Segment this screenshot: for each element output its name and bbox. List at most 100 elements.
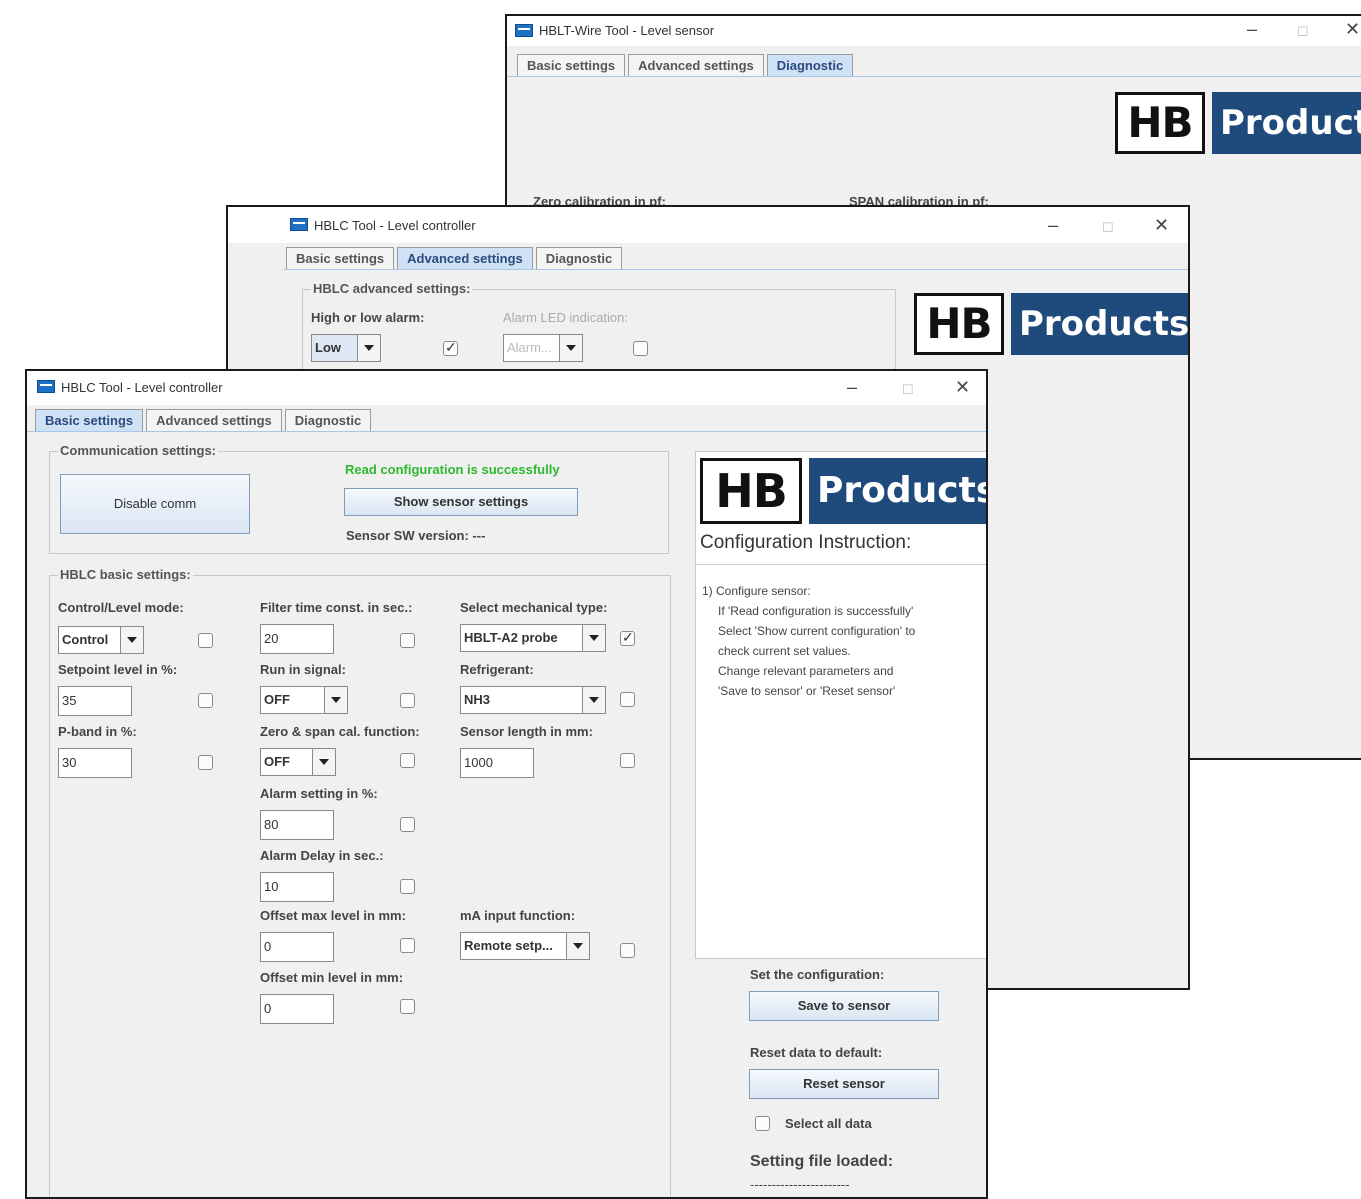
pband-label: P-band in %: — [58, 724, 137, 739]
filter-time-checkbox[interactable] — [400, 633, 415, 648]
back-window-title: HBLT-Wire Tool - Level sensor — [539, 23, 715, 38]
show-sensor-settings-button[interactable]: Show sensor settings — [344, 488, 578, 516]
instruction-title: Configuration Instruction: — [700, 532, 912, 553]
offset-min-input[interactable]: 0 — [260, 994, 334, 1024]
ma-input-checkbox[interactable] — [620, 943, 635, 958]
mechanical-type-dropdown[interactable]: HBLT-A2 probe — [460, 624, 606, 652]
mid-window-title: HBLC Tool - Level controller — [314, 218, 476, 233]
offset-max-input[interactable]: 0 — [260, 932, 334, 962]
minimize-icon[interactable]: – — [1048, 215, 1058, 235]
zero-span-dropdown[interactable]: OFF — [260, 748, 336, 776]
control-mode-checkbox[interactable] — [198, 633, 213, 648]
chevron-down-icon — [357, 335, 380, 361]
tab-basic-settings[interactable]: Basic settings — [517, 54, 626, 77]
alarm-delay-checkbox[interactable] — [400, 879, 415, 894]
alarm-led-value: Alarm... — [507, 340, 552, 355]
logo-products: Products — [1011, 293, 1188, 355]
alarm-setting-checkbox[interactable] — [400, 817, 415, 832]
instruction-line: If 'Read configuration is successfully' — [718, 604, 914, 618]
filter-time-label: Filter time const. in sec.: — [260, 600, 413, 615]
tab-divider — [284, 269, 1188, 270]
alarm-led-dropdown[interactable]: Alarm... — [503, 334, 583, 362]
mechanical-type-checkbox[interactable] — [620, 629, 635, 646]
save-to-sensor-button[interactable]: Save to sensor — [749, 991, 939, 1021]
high-low-alarm-label: High or low alarm: — [311, 310, 425, 325]
filter-time-input[interactable]: 20 — [260, 624, 334, 654]
instruction-line: Change relevant parameters and — [718, 664, 894, 678]
logo-hb: HB — [1115, 92, 1205, 154]
basic-settings-legend: HBLC basic settings: — [58, 567, 193, 582]
maximize-icon[interactable]: ☐ — [1102, 218, 1114, 238]
tab-advanced-settings[interactable]: Advanced settings — [628, 54, 764, 77]
app-icon — [515, 24, 533, 37]
tab-advanced-settings[interactable]: Advanced settings — [397, 247, 533, 270]
mechanical-type-value: HBLT-A2 probe — [464, 630, 558, 645]
sensor-length-input[interactable]: 1000 — [460, 748, 534, 778]
tab-advanced-settings[interactable]: Advanced settings — [146, 409, 282, 432]
disable-comm-button[interactable]: Disable comm — [60, 474, 250, 534]
zero-span-checkbox[interactable] — [400, 753, 415, 768]
sensor-length-checkbox[interactable] — [620, 753, 635, 768]
alarm-delay-label: Alarm Delay in sec.: — [260, 848, 384, 863]
mechanical-type-label: Select mechanical type: — [460, 600, 608, 615]
chevron-down-icon — [120, 627, 143, 653]
reset-data-label: Reset data to default: — [750, 1045, 883, 1060]
basic-settings-group: HBLC basic settings: Control/Level mode:… — [49, 567, 671, 1197]
instruction-line: Select 'Show current configuration' to — [718, 624, 916, 638]
front-window-titlebar[interactable]: HBLC Tool - Level controller – ☐ ✕ — [27, 371, 986, 405]
run-in-signal-dropdown[interactable]: OFF — [260, 686, 348, 714]
close-icon[interactable]: ✕ — [955, 377, 970, 397]
setpoint-checkbox[interactable] — [198, 693, 213, 708]
ma-input-label: mA input function: — [460, 908, 576, 923]
alarm-delay-input[interactable]: 10 — [260, 872, 334, 902]
reset-sensor-button[interactable]: Reset sensor — [749, 1069, 939, 1099]
instruction-divider — [696, 564, 986, 565]
select-all-label: Select all data — [785, 1116, 872, 1131]
front-window-title: HBLC Tool - Level controller — [61, 380, 223, 395]
alarm-led-checkbox[interactable] — [633, 341, 648, 356]
offset-max-checkbox[interactable] — [400, 938, 415, 953]
tab-divider — [507, 76, 1361, 77]
instruction-line: check current set values. — [718, 644, 851, 658]
instruction-line: 1) Configure sensor: — [702, 584, 811, 598]
run-in-signal-checkbox[interactable] — [400, 693, 415, 708]
high-low-alarm-dropdown[interactable]: Low — [311, 334, 381, 362]
tab-diagnostic[interactable]: Diagnostic — [535, 247, 623, 270]
chevron-down-icon — [582, 687, 605, 713]
maximize-icon[interactable]: ☐ — [902, 380, 914, 400]
tab-diagnostic[interactable]: Diagnostic — [766, 54, 854, 77]
refrigerant-checkbox[interactable] — [620, 692, 635, 707]
chevron-down-icon — [312, 749, 335, 775]
advanced-settings-legend: HBLC advanced settings: — [311, 281, 473, 296]
front-window: HBLC Tool - Level controller – ☐ ✕ Basic… — [25, 369, 988, 1199]
hb-products-logo: HB Products — [1115, 92, 1361, 154]
chevron-down-icon — [582, 625, 605, 651]
control-mode-dropdown[interactable]: Control — [58, 626, 144, 654]
back-window-titlebar[interactable]: HBLT-Wire Tool - Level sensor – ☐ ✕ — [507, 16, 1361, 46]
close-icon[interactable]: ✕ — [1154, 215, 1169, 235]
tab-basic-settings[interactable]: Basic settings — [35, 409, 144, 432]
alarm-setting-input[interactable]: 80 — [260, 810, 334, 840]
zero-span-label: Zero & span cal. function: — [260, 724, 420, 739]
hb-products-logo: HB Products — [700, 458, 986, 524]
setpoint-input[interactable]: 35 — [58, 686, 132, 716]
maximize-icon[interactable]: ☐ — [1297, 22, 1309, 42]
mid-tab-strip: Basic settings Advanced settings Diagnos… — [286, 247, 625, 270]
logo-products: Products — [1212, 92, 1361, 154]
alarm-setting-label: Alarm setting in %: — [260, 786, 378, 801]
tab-diagnostic[interactable]: Diagnostic — [284, 409, 372, 432]
mid-window-titlebar[interactable]: HBLC Tool - Level controller – ☐ ✕ — [228, 207, 1188, 243]
close-icon[interactable]: ✕ — [1345, 19, 1360, 39]
refrigerant-dropdown[interactable]: NH3 — [460, 686, 606, 714]
pband-input[interactable]: 30 — [58, 748, 132, 778]
logo-hb: HB — [700, 458, 802, 524]
high-low-alarm-checkbox[interactable] — [443, 339, 458, 356]
select-all-checkbox[interactable] — [755, 1116, 770, 1131]
minimize-icon[interactable]: – — [847, 377, 857, 397]
offset-min-checkbox[interactable] — [400, 999, 415, 1014]
ma-input-dropdown[interactable]: Remote setp... — [460, 932, 590, 960]
run-in-signal-label: Run in signal: — [260, 662, 346, 677]
minimize-icon[interactable]: – — [1247, 19, 1257, 39]
tab-basic-settings[interactable]: Basic settings — [286, 247, 395, 270]
pband-checkbox[interactable] — [198, 755, 213, 770]
